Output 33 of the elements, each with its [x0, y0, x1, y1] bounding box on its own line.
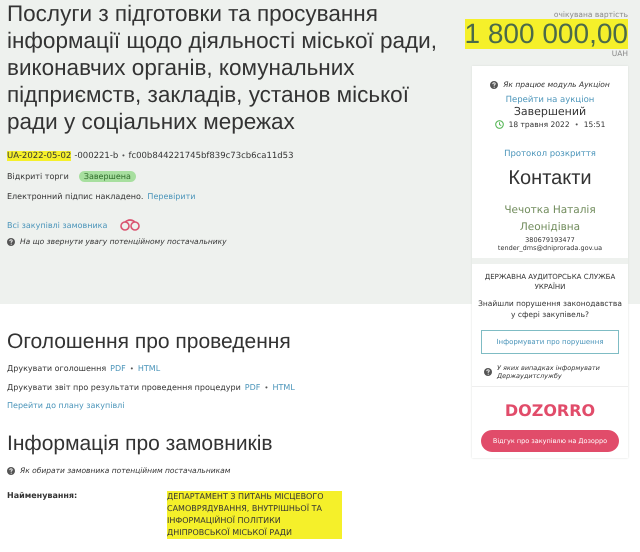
- tender-id: UA-2022-05-02: [7, 151, 72, 161]
- field-value: ДЕПАРТАМЕНТ З ПИТАНЬ МІСЦЕВОГО САМОВРЯДУВАННЯ, ВНУТРІШНЬОЇ ТА ІНФОРМАЦІЙНОЇ ПОЛІТИКИ ДНІПРОВСЬКОЇ МІСЬКОЇ РАДИ: [167, 491, 342, 539]
- protocol-link[interactable]: Протокол розкриття: [504, 149, 596, 159]
- tender-title: Послуги з підготовки та просування інформації щодо діяльності міської ради, виконавчих органів, комунальних підприємств, закладів, установ міської ради у соціальних мережах: [7, 0, 438, 135]
- print-link[interactable]: HTML: [138, 364, 160, 373]
- status-badge: Завершена: [78, 171, 136, 182]
- verify-link[interactable]: Перевірити: [147, 192, 196, 201]
- help-icon: [7, 238, 15, 246]
- buyer-procurements-link[interactable]: Всі закупівлі замовника: [7, 220, 108, 230]
- help-icon: [490, 80, 498, 88]
- print-link[interactable]: PDF: [244, 383, 260, 392]
- signature-text: Електронний підпис накладено.: [7, 192, 144, 201]
- section-heading: Інформація про замовників: [7, 432, 274, 456]
- auction-link[interactable]: Перейти на аукціон: [506, 95, 594, 105]
- help-icon: [484, 368, 492, 376]
- print-link[interactable]: HTML: [272, 383, 295, 392]
- print-label: Друкувати звіт про результати проведення процедури: [7, 383, 241, 392]
- section-heading: Оголошення про проведення: [7, 330, 292, 354]
- print-label: Друкувати оголошення: [7, 364, 106, 373]
- print-link[interactable]: PDF: [110, 364, 126, 373]
- contacts-heading: Контакти: [508, 167, 592, 190]
- tender-id: -000221-b: [74, 151, 118, 161]
- auction-status: Завершений: [514, 105, 586, 118]
- dozorro-logo: DOZORRO: [504, 401, 596, 420]
- field-label: Найменування:: [7, 491, 78, 502]
- expected-value: 1 800 000,00: [464, 19, 628, 49]
- procedure-type: Відкриті торги: [7, 172, 69, 181]
- help-icon: [7, 466, 15, 474]
- clock-icon: [494, 120, 504, 129]
- handcuffs-icon: [119, 219, 142, 231]
- plan-link[interactable]: Перейти до плану закупівлі: [7, 401, 124, 410]
- contact-name: Чечотка Наталія Леонідівна: [503, 203, 597, 235]
- tender-hash: fc00b844221745bf839c73cb6ca11d53: [128, 151, 294, 161]
